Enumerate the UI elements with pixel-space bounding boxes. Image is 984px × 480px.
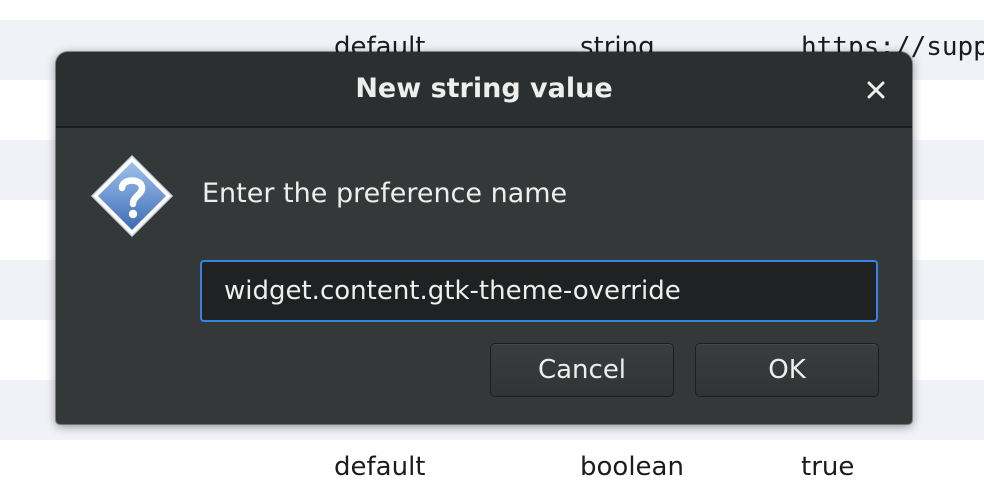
cancel-button[interactable]: Cancel xyxy=(490,343,674,397)
value-cell: true xyxy=(801,452,855,480)
prompt-label: Enter the preference name xyxy=(202,178,568,209)
table-row[interactable]: default boolean true xyxy=(0,440,984,480)
table-row xyxy=(0,0,984,20)
preference-name-input[interactable] xyxy=(200,260,878,322)
status-cell: default xyxy=(334,452,426,480)
new-string-value-dialog: New string value Enter the preference na… xyxy=(56,52,912,424)
about-config-page: default string https://suppo default boo… xyxy=(0,0,984,480)
question-icon xyxy=(90,154,174,238)
type-cell: boolean xyxy=(580,452,684,480)
dialog-title: New string value xyxy=(355,73,613,104)
dialog-titlebar[interactable]: New string value xyxy=(56,52,912,128)
close-button[interactable] xyxy=(860,74,892,106)
ok-button[interactable]: OK xyxy=(695,343,879,397)
close-icon xyxy=(867,81,885,99)
